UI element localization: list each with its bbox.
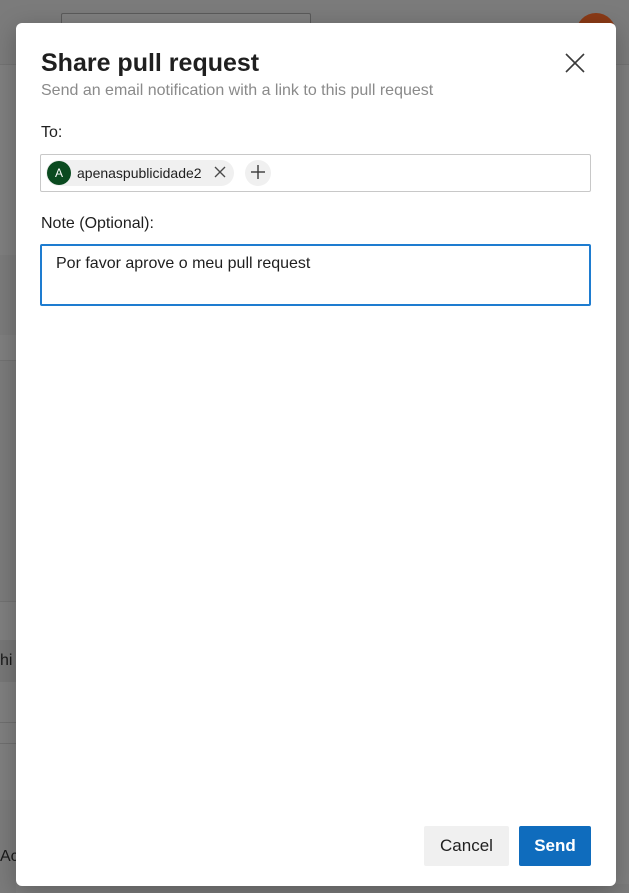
background-row bbox=[0, 722, 16, 744]
to-recipients-field[interactable]: A apenaspublicidade2 bbox=[40, 154, 591, 192]
recipient-avatar: A bbox=[47, 161, 71, 185]
remove-recipient-button[interactable] bbox=[212, 165, 228, 181]
background-panel bbox=[0, 360, 16, 602]
dialog-subtitle: Send an email notification with a link t… bbox=[41, 82, 434, 99]
background-text-fragment: Act bbox=[0, 848, 16, 865]
cancel-button[interactable]: Cancel bbox=[424, 826, 509, 866]
plus-icon bbox=[250, 164, 266, 183]
background-text-fragment: hi bbox=[0, 652, 13, 669]
recipient-name: apenaspublicidade2 bbox=[77, 165, 202, 181]
close-icon bbox=[564, 52, 586, 77]
send-button[interactable]: Send bbox=[519, 826, 591, 866]
share-pull-request-dialog: Share pull request Send an email notific… bbox=[16, 23, 616, 886]
to-label: To: bbox=[41, 124, 63, 141]
close-icon bbox=[214, 166, 226, 181]
background-panel bbox=[0, 255, 16, 335]
background-row bbox=[0, 800, 16, 893]
note-label: Note (Optional): bbox=[41, 215, 154, 232]
close-button[interactable] bbox=[561, 50, 589, 78]
add-recipient-button[interactable] bbox=[245, 160, 271, 186]
recipient-chip: A apenaspublicidade2 bbox=[46, 160, 234, 186]
note-input[interactable]: Por favor aprove o meu pull request bbox=[40, 244, 591, 306]
dialog-title: Share pull request bbox=[41, 49, 260, 77]
